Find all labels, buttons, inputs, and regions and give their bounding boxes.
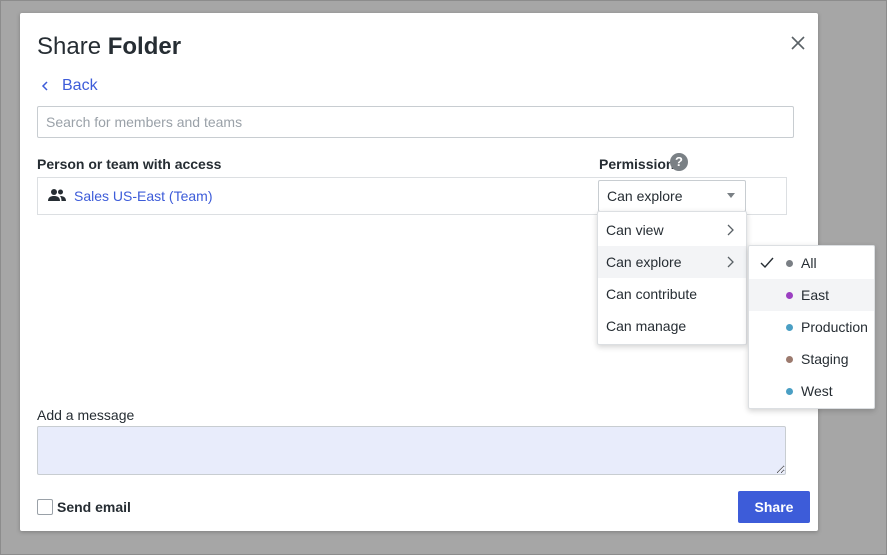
permission-select[interactable]: Can explore bbox=[598, 180, 746, 212]
close-button[interactable] bbox=[788, 33, 808, 53]
submenu-item-label: East bbox=[801, 287, 830, 303]
status-dot bbox=[786, 388, 793, 395]
permission-column-header: Permission bbox=[599, 156, 675, 172]
chevron-right-icon bbox=[727, 256, 734, 268]
menu-item-can-manage[interactable]: Can manage bbox=[598, 310, 746, 342]
menu-item-can-explore[interactable]: Can explore bbox=[598, 246, 746, 278]
close-icon bbox=[791, 36, 805, 50]
submenu-item-label: West bbox=[801, 383, 833, 399]
submenu-item-west[interactable]: West bbox=[749, 375, 874, 407]
status-dot bbox=[786, 292, 793, 299]
permission-dropdown-menu: Can view Can explore Can contribute Can … bbox=[597, 211, 747, 345]
menu-item-label: Can explore bbox=[606, 254, 682, 270]
submenu-item-east[interactable]: East bbox=[749, 279, 874, 311]
dialog-title-object: Folder bbox=[107, 33, 182, 60]
model-submenu: All East Production Staging West bbox=[748, 245, 875, 409]
dialog-title-prefix: Share bbox=[37, 33, 102, 60]
search-members-input[interactable] bbox=[37, 106, 794, 138]
submenu-item-all[interactable]: All bbox=[749, 247, 874, 279]
dialog-title: Share Folder bbox=[37, 33, 181, 61]
help-icon[interactable]: ? bbox=[670, 153, 688, 171]
menu-item-label: Can view bbox=[606, 222, 664, 238]
status-dot bbox=[786, 356, 793, 363]
back-label: Back bbox=[62, 77, 98, 94]
chevron-left-icon bbox=[41, 81, 48, 91]
menu-item-label: Can manage bbox=[606, 318, 687, 334]
message-label: Add a message bbox=[37, 407, 135, 423]
submenu-item-production[interactable]: Production bbox=[749, 311, 874, 343]
status-dot bbox=[786, 324, 793, 331]
submenu-item-label: Staging bbox=[801, 351, 849, 367]
menu-item-can-contribute[interactable]: Can contribute bbox=[598, 278, 746, 310]
checkmark-icon bbox=[760, 257, 774, 269]
message-textarea[interactable] bbox=[37, 426, 786, 475]
chevron-right-icon bbox=[727, 224, 734, 236]
person-column-header: Person or team with access bbox=[37, 156, 222, 172]
permission-select-value: Can explore bbox=[607, 188, 683, 204]
status-dot bbox=[786, 260, 793, 267]
submenu-item-label: All bbox=[801, 255, 817, 271]
share-folder-dialog: Share Folder Back Person or team with ac… bbox=[20, 13, 875, 531]
team-name-link[interactable]: Sales US-East (Team) bbox=[74, 188, 212, 204]
back-link[interactable]: Back bbox=[40, 77, 98, 95]
share-button[interactable]: Share bbox=[738, 491, 810, 523]
menu-item-label: Can contribute bbox=[606, 286, 698, 302]
send-email-label: Send email bbox=[57, 499, 131, 515]
caret-down-icon bbox=[727, 193, 735, 198]
send-email-checkbox-row[interactable]: Send email bbox=[37, 499, 131, 515]
menu-item-can-view[interactable]: Can view bbox=[598, 214, 746, 246]
submenu-item-staging[interactable]: Staging bbox=[749, 343, 874, 375]
submenu-item-label: Production bbox=[801, 319, 868, 335]
send-email-checkbox[interactable] bbox=[37, 499, 53, 515]
team-icon bbox=[48, 189, 66, 201]
